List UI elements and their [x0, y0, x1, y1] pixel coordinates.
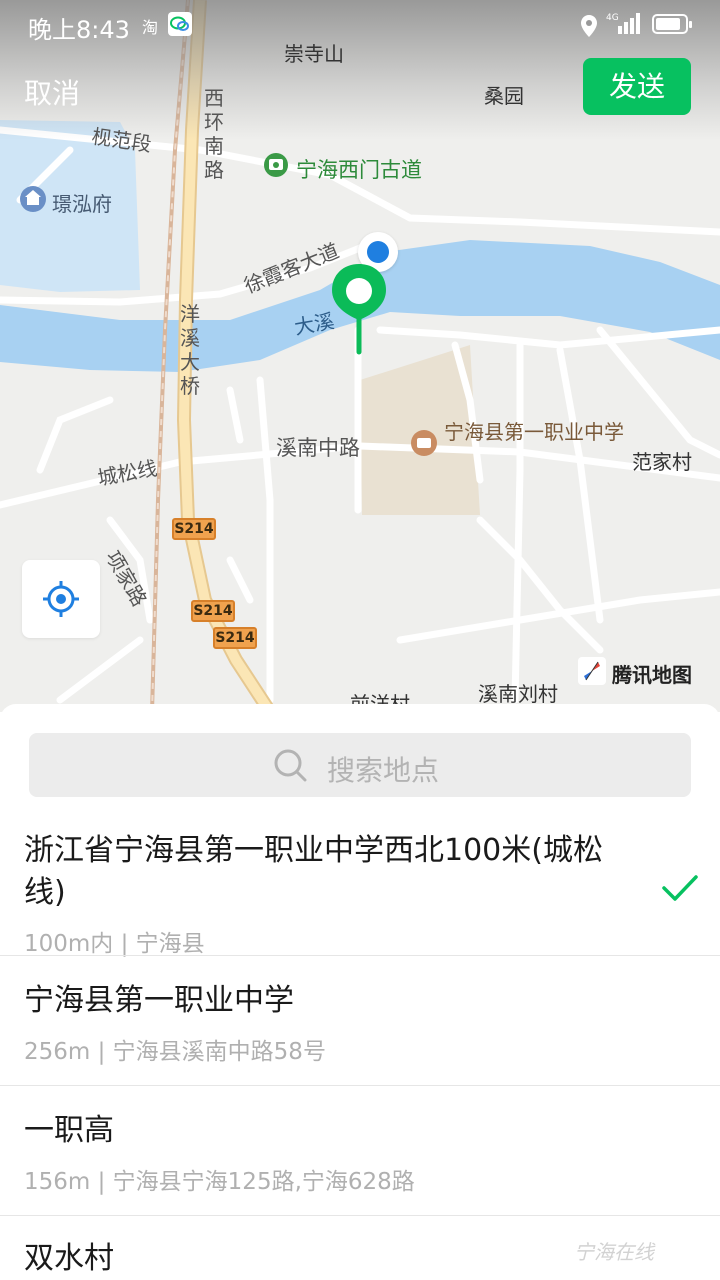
location-pin-icon[interactable] — [330, 262, 388, 322]
school-icon[interactable] — [411, 430, 437, 456]
road-shield: S214 — [172, 518, 216, 540]
result-item[interactable]: 一职高 156m | 宁海县宁海125路,宁海628路 — [0, 1086, 720, 1216]
result-title: 浙江省宁海县第一职业中学西北100米(城松线) — [24, 833, 603, 910]
map-label: 桑园 — [484, 84, 524, 108]
location-icon — [581, 15, 597, 37]
result-subtitle: 156m | 宁海县宁海125路,宁海628路 — [24, 1169, 415, 1195]
map-view[interactable]: 崇寺山 桑园 枧范段 西环南路 徐霞客大道 大溪 洋溪大桥 溪南中路 城松线 项… — [0, 0, 720, 712]
search-input[interactable]: 搜索地点 — [29, 733, 691, 797]
result-subtitle: 100m内 | 宁海县 — [24, 931, 205, 957]
map-label: 溪南刘村 — [478, 682, 558, 706]
battery-icon — [652, 14, 692, 34]
network-type: 4G — [606, 13, 619, 23]
result-subtitle: 256m | 宁海县溪南中路58号 — [24, 1039, 326, 1065]
watermark: 宁海在线 — [574, 1240, 654, 1264]
status-bar: 晚上8:43 淘 4G — [0, 0, 720, 52]
poi-label[interactable]: 宁海县第一职业中学 — [444, 420, 624, 444]
result-item-selected[interactable]: 浙江省宁海县第一职业中学西北100米(城松线) 100m内 | 宁海县 — [0, 824, 720, 957]
poi-label[interactable]: 璟泓府 — [52, 188, 112, 217]
target-icon — [43, 581, 79, 617]
status-time: 晚上8:43 — [28, 16, 130, 44]
poi-label[interactable]: 宁海西门古道 — [296, 154, 422, 184]
map-road-label: 西环南路 — [204, 86, 224, 182]
cancel-button[interactable]: 取消 — [24, 72, 80, 112]
brand-label: 腾讯地图 — [612, 663, 692, 687]
signal-icon — [618, 13, 640, 34]
compass-icon — [578, 657, 606, 685]
location-sheet: 搜索地点 浙江省宁海县第一职业中学西北100米(城松线) 100m内 | 宁海县… — [0, 704, 720, 1280]
wechat-icon — [168, 12, 192, 36]
map-road-label: 溪南中路 — [276, 436, 360, 460]
result-item[interactable]: 宁海县第一职业中学 256m | 宁海县溪南中路58号 — [0, 956, 720, 1086]
road-shield: S214 — [191, 600, 235, 622]
road-shield: S214 — [213, 627, 257, 649]
map-label: 范家村 — [632, 450, 692, 474]
send-button[interactable]: 发送 — [583, 58, 691, 115]
result-title: 宁海县第一职业中学 — [24, 983, 294, 1018]
search-placeholder: 搜索地点 — [327, 754, 440, 787]
result-title: 双水村 — [24, 1241, 114, 1276]
residential-icon[interactable] — [20, 186, 46, 212]
search-icon — [274, 749, 307, 782]
scenic-spot-icon[interactable] — [264, 153, 288, 177]
map-bridge-label: 洋溪大桥 — [180, 302, 200, 398]
result-title: 一职高 — [24, 1113, 114, 1148]
check-icon — [662, 875, 698, 901]
locate-me-button[interactable] — [22, 560, 100, 638]
taobao-icon: 淘 — [142, 18, 159, 37]
